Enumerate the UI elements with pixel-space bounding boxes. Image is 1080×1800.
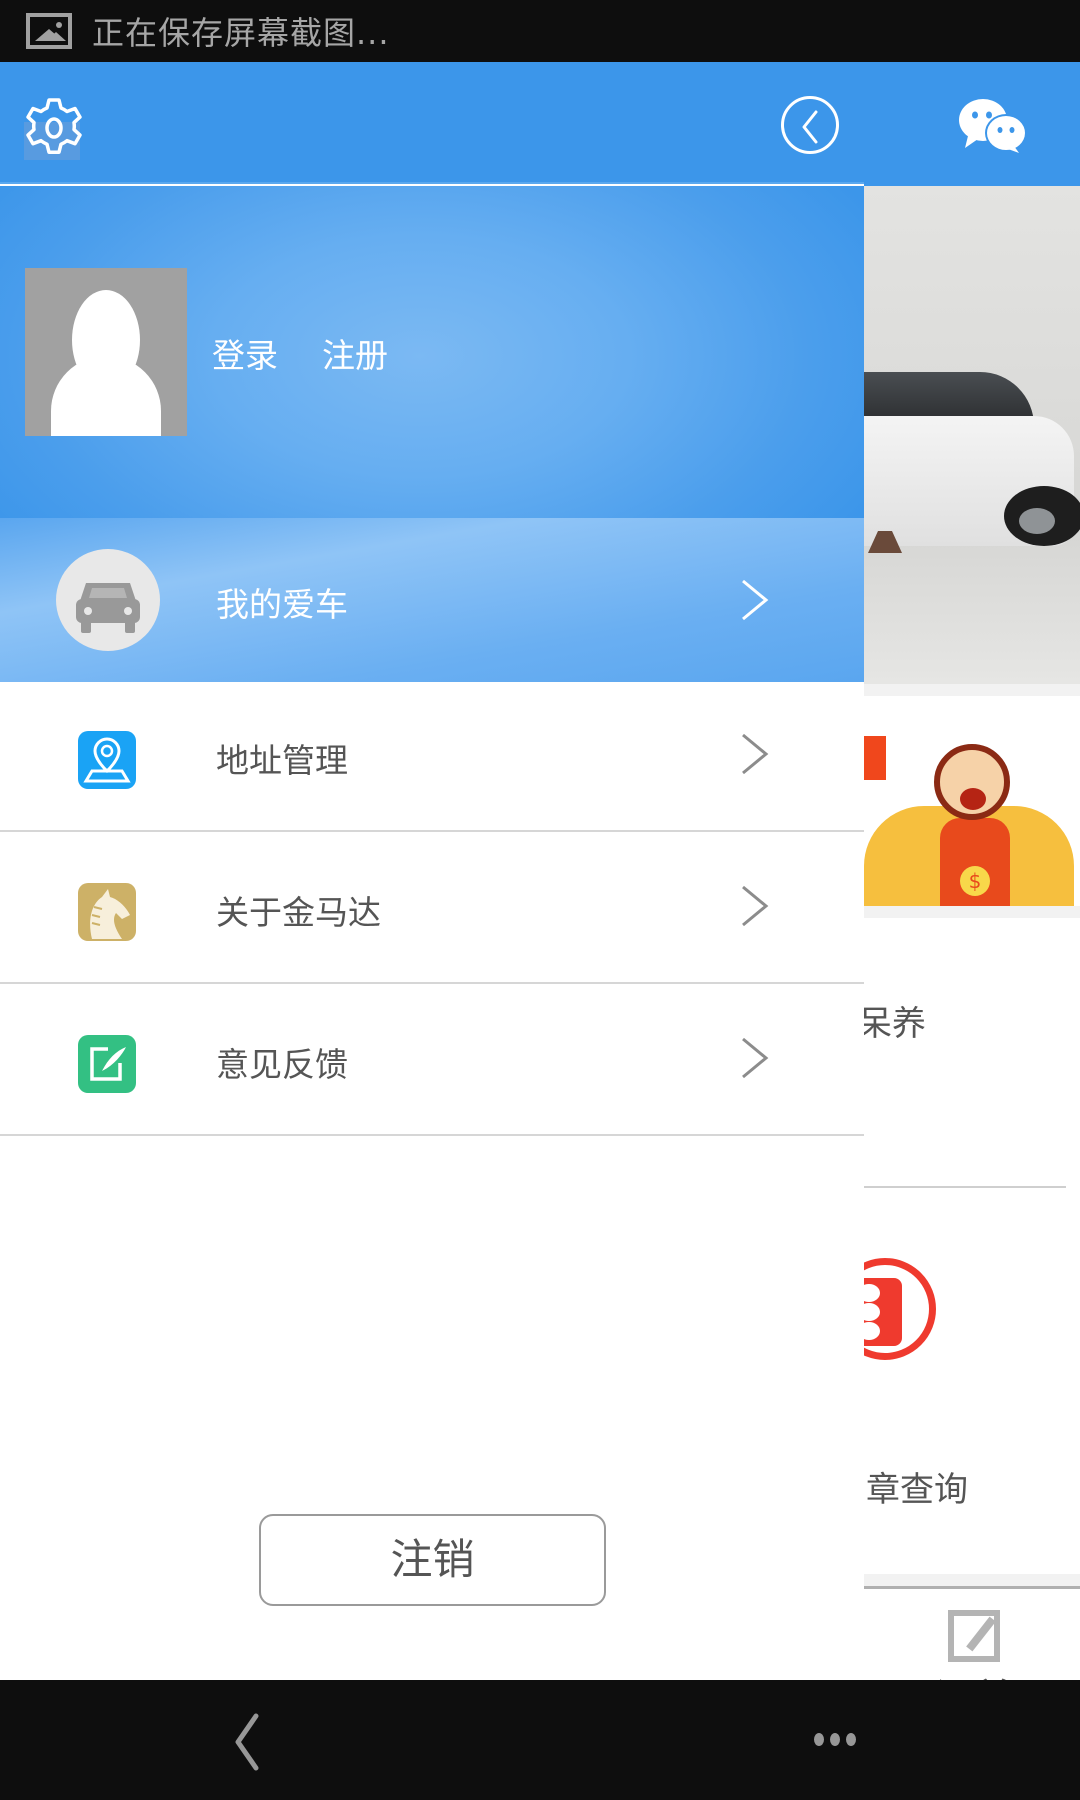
chevron-left-icon xyxy=(802,110,818,144)
menu-item-feedback[interactable]: 意见反馈 xyxy=(0,986,864,1136)
notification-text: 正在保存屏幕截图... xyxy=(92,14,390,52)
menu-label: 地址管理 xyxy=(216,741,348,780)
chevron-right-icon xyxy=(742,885,769,927)
car-promo-banner[interactable] xyxy=(864,186,1080,684)
grid-divider xyxy=(864,1186,1066,1188)
main-page: $ 呆养 章查询 订单 xyxy=(864,62,1080,1680)
grid-item-violation-query[interactable]: 章查询 xyxy=(866,1462,968,1511)
side-drawer: 登录 注册 我的爱车 地址管理 关于金马达 意见反馈 注销 xyxy=(0,62,864,1680)
horse-logo-icon xyxy=(78,883,136,941)
status-bar: 正在保存屏幕截图... xyxy=(0,0,1080,62)
order-edit-icon xyxy=(948,1610,1000,1662)
screen: 正在保存屏幕截图... $ 呆养 章查询 登录 注册 我的爱车 地址管理 关于金… xyxy=(0,0,1080,1800)
tab-orders-label: 订单 xyxy=(904,1666,1044,1680)
edit-feedback-icon xyxy=(78,1035,136,1093)
logout-button[interactable]: 注销 xyxy=(259,1514,606,1606)
collapse-drawer-button[interactable] xyxy=(781,96,839,154)
menu-item-my-car[interactable]: 我的爱车 xyxy=(0,518,864,682)
tab-bar-divider xyxy=(864,1586,1080,1589)
traffic-light-body xyxy=(864,1278,902,1346)
profile-section: 登录 注册 xyxy=(0,186,864,518)
login-link[interactable]: 登录 xyxy=(212,329,278,377)
main-header xyxy=(864,62,1080,186)
back-chevron-icon[interactable] xyxy=(220,1710,280,1774)
chevron-right-icon xyxy=(742,579,769,621)
red-packet-promo-banner[interactable]: $ xyxy=(864,696,1080,906)
wechat-icon[interactable] xyxy=(956,96,1030,154)
image-icon xyxy=(26,13,72,49)
chevron-right-icon xyxy=(742,1037,769,1079)
more-dots-icon[interactable] xyxy=(800,1724,870,1754)
avatar[interactable] xyxy=(25,268,187,436)
menu-label: 我的爱车 xyxy=(216,585,348,624)
auth-links: 登录 注册 xyxy=(212,329,388,377)
grid-item-maintenance[interactable]: 呆养 xyxy=(864,996,926,1045)
chevron-right-icon xyxy=(742,733,769,775)
menu-item-about[interactable]: 关于金马达 xyxy=(0,834,864,984)
menu-label: 意见反馈 xyxy=(216,1045,348,1084)
menu-item-address[interactable]: 地址管理 xyxy=(0,682,864,832)
register-link[interactable]: 注册 xyxy=(322,329,388,377)
menu-label: 关于金马达 xyxy=(216,893,381,932)
tab-orders[interactable]: 订单 xyxy=(904,1610,1044,1680)
map-pin-icon xyxy=(78,731,136,789)
system-nav-bar xyxy=(0,1680,1080,1800)
gear-icon[interactable] xyxy=(22,96,86,160)
drawer-header xyxy=(0,62,864,184)
car-icon xyxy=(56,549,160,651)
